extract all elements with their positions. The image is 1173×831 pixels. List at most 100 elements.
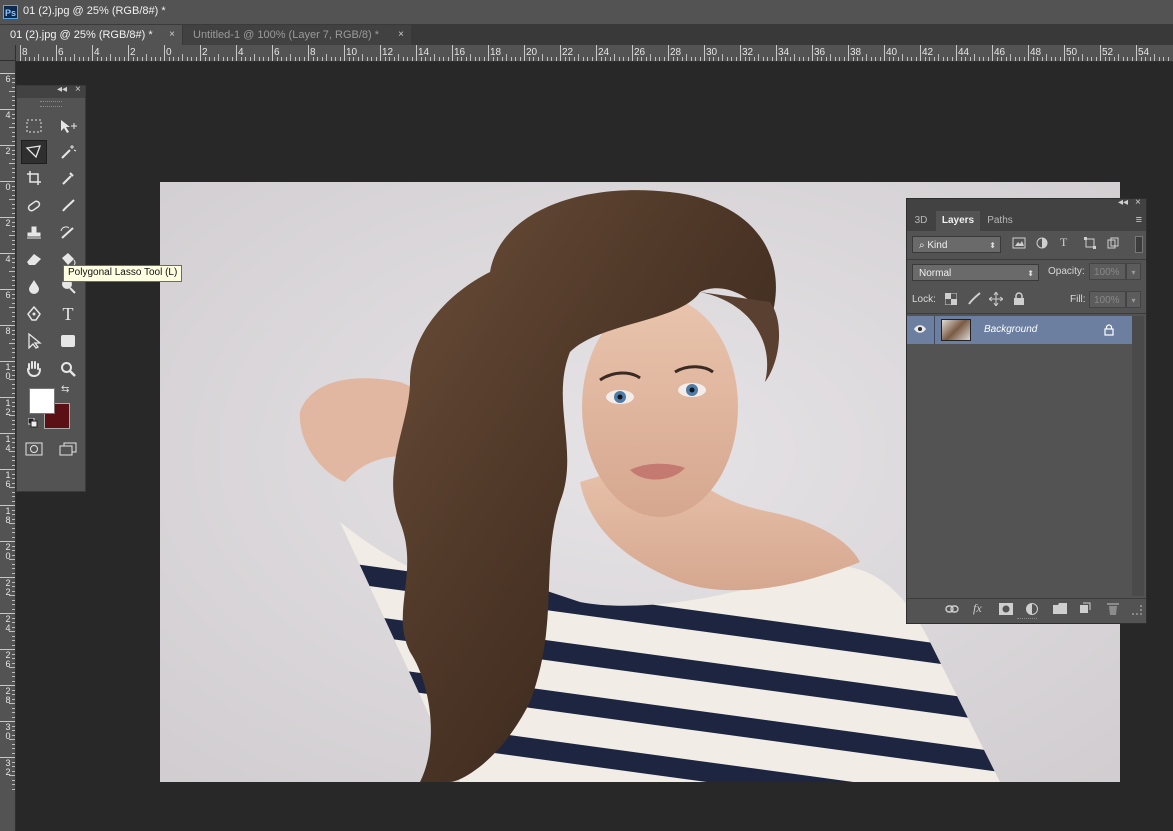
tab-document-untitled-1[interactable]: Untitled-1 @ 100% (Layer 7, RGB/8) * × xyxy=(183,25,411,45)
ruler-minor-tick xyxy=(12,586,15,587)
fill-input[interactable]: 100% xyxy=(1089,291,1126,308)
ruler-minor-tick xyxy=(1073,57,1074,61)
type-tool[interactable]: T xyxy=(55,302,81,326)
tab-3d[interactable]: 3D xyxy=(907,211,935,231)
close-tab-icon[interactable]: × xyxy=(398,25,404,45)
filter-toggle-switch[interactable] xyxy=(1135,236,1143,253)
default-colors-icon[interactable] xyxy=(28,418,38,428)
tab-document-01[interactable]: 01 (2).jpg @ 25% (RGB/8#) * × xyxy=(0,25,182,45)
close-panel-icon[interactable]: × xyxy=(75,84,81,95)
ruler-minor-tick xyxy=(564,57,566,61)
tab-paths[interactable]: Paths xyxy=(981,211,1019,231)
ruler-minor-tick xyxy=(339,57,341,61)
close-panel-icon[interactable]: × xyxy=(1135,197,1141,208)
layers-panel-header[interactable]: ◂◂ × xyxy=(907,197,1146,211)
crop-tool[interactable] xyxy=(21,166,47,190)
screen-mode-button[interactable] xyxy=(55,437,81,461)
resize-grip[interactable] xyxy=(1132,605,1142,615)
ruler-minor-tick xyxy=(929,57,930,61)
close-tab-icon[interactable]: × xyxy=(169,25,175,45)
ruler-minor-tick xyxy=(12,496,15,497)
lock-transparent-pixels-icon[interactable] xyxy=(945,293,957,305)
fx-icon[interactable]: fx xyxy=(973,601,982,616)
layer-row-background[interactable]: Background xyxy=(907,316,1132,344)
link-layers-icon[interactable] xyxy=(945,604,959,614)
ruler-minor-tick xyxy=(321,57,323,61)
foreground-color-swatch[interactable] xyxy=(29,388,55,414)
panel-grip[interactable] xyxy=(40,101,62,107)
ruler-tick xyxy=(668,45,669,61)
ruler-minor-tick xyxy=(641,57,642,61)
ruler-minor-tick xyxy=(690,57,692,61)
vertical-ruler[interactable]: 642024681 01 21 41 61 82 02 22 42 62 83 … xyxy=(0,61,16,831)
ruler-minor-tick xyxy=(875,57,876,61)
layer-visibility-eye-icon[interactable] xyxy=(913,324,927,334)
ruler-minor-tick xyxy=(555,57,557,61)
collapse-panel-icon[interactable]: ◂◂ xyxy=(1118,197,1128,208)
ruler-minor-tick xyxy=(983,57,984,61)
hand-icon xyxy=(27,361,41,378)
ruler-minor-tick xyxy=(465,57,467,61)
layer-thumbnail[interactable] xyxy=(941,319,971,341)
rectangular-marquee-tool[interactable] xyxy=(21,114,47,138)
type-icon: T xyxy=(62,303,74,324)
eyedropper-tool[interactable] xyxy=(55,166,81,190)
brush-tool[interactable] xyxy=(55,194,81,218)
panel-grip[interactable] xyxy=(1017,618,1037,622)
ruler-minor-tick xyxy=(951,57,953,61)
delete-layer-icon[interactable] xyxy=(1107,602,1119,615)
eraser-tool[interactable] xyxy=(21,247,47,271)
lock-all-icon[interactable] xyxy=(1013,292,1025,306)
ruler-minor-tick xyxy=(974,54,975,61)
type-layer-filter-icon[interactable]: T xyxy=(1060,235,1067,250)
ruler-minor-tick xyxy=(839,57,840,61)
ruler-minor-tick xyxy=(12,662,15,664)
pen-tool[interactable] xyxy=(21,302,47,326)
add-mask-icon[interactable] xyxy=(999,603,1013,615)
layers-scrollbar[interactable] xyxy=(1132,316,1144,596)
quick-mask-button[interactable] xyxy=(21,437,47,461)
tab-layers[interactable]: Layers xyxy=(936,211,980,231)
ruler-minor-tick xyxy=(803,57,804,61)
opacity-dropdown-button[interactable]: ▾ xyxy=(1126,263,1141,280)
panel-menu-icon[interactable]: ≡ xyxy=(1136,214,1142,226)
clone-stamp-tool[interactable] xyxy=(21,221,47,245)
ruler-minor-tick xyxy=(443,57,444,61)
smart-object-filter-icon[interactable] xyxy=(1107,237,1119,249)
tools-panel-header[interactable]: ◂◂ × xyxy=(17,84,85,98)
adjustment-layer-filter-icon[interactable] xyxy=(1036,237,1048,249)
magic-wand-tool[interactable] xyxy=(55,140,81,164)
ruler-minor-tick xyxy=(650,54,651,61)
new-layer-icon[interactable] xyxy=(1079,602,1091,614)
adjustment-layer-icon[interactable] xyxy=(1026,603,1038,615)
shape-layer-filter-icon[interactable] xyxy=(1084,237,1096,249)
path-selection-tool[interactable] xyxy=(21,329,47,353)
new-group-icon[interactable] xyxy=(1053,603,1067,614)
opacity-input[interactable]: 100% xyxy=(1089,263,1126,280)
ruler-minor-tick xyxy=(893,57,894,61)
blend-mode-select[interactable]: Normal ⬍ xyxy=(912,264,1039,281)
lock-image-pixels-icon[interactable] xyxy=(967,292,981,306)
ruler-origin[interactable] xyxy=(0,45,16,61)
move-tool[interactable] xyxy=(55,114,81,138)
spot-healing-brush-tool[interactable] xyxy=(21,194,47,218)
zoom-tool[interactable] xyxy=(55,357,81,381)
blur-tool[interactable] xyxy=(21,274,47,298)
history-brush-tool[interactable] xyxy=(55,221,81,245)
ruler-minor-tick xyxy=(335,57,336,61)
horizontal-ruler[interactable]: 8 6 4 2 0 2 4 6 8 10 12 14 16 18 20 22 24 26 28 30 32 34 36 38 4… xyxy=(16,45,1173,62)
ruler-minor-tick xyxy=(645,57,647,61)
rectangle-tool[interactable] xyxy=(55,329,81,353)
collapse-panel-icon[interactable]: ◂◂ xyxy=(57,84,67,95)
ruler-minor-tick xyxy=(222,57,224,61)
ruler-minor-tick xyxy=(1041,57,1043,61)
hand-tool[interactable] xyxy=(21,357,47,381)
polygonal-lasso-tool[interactable] xyxy=(21,140,47,164)
fill-dropdown-button[interactable]: ▾ xyxy=(1126,291,1141,308)
layer-name[interactable]: Background xyxy=(984,324,1037,335)
swap-colors-icon[interactable]: ⇆ xyxy=(61,384,69,395)
magic-wand-icon xyxy=(61,145,77,159)
pixel-layer-filter-icon[interactable] xyxy=(1012,237,1026,249)
lock-position-icon[interactable] xyxy=(989,292,1003,306)
filter-kind-select[interactable]: ⌕ Kind ⬍ xyxy=(912,236,1001,253)
